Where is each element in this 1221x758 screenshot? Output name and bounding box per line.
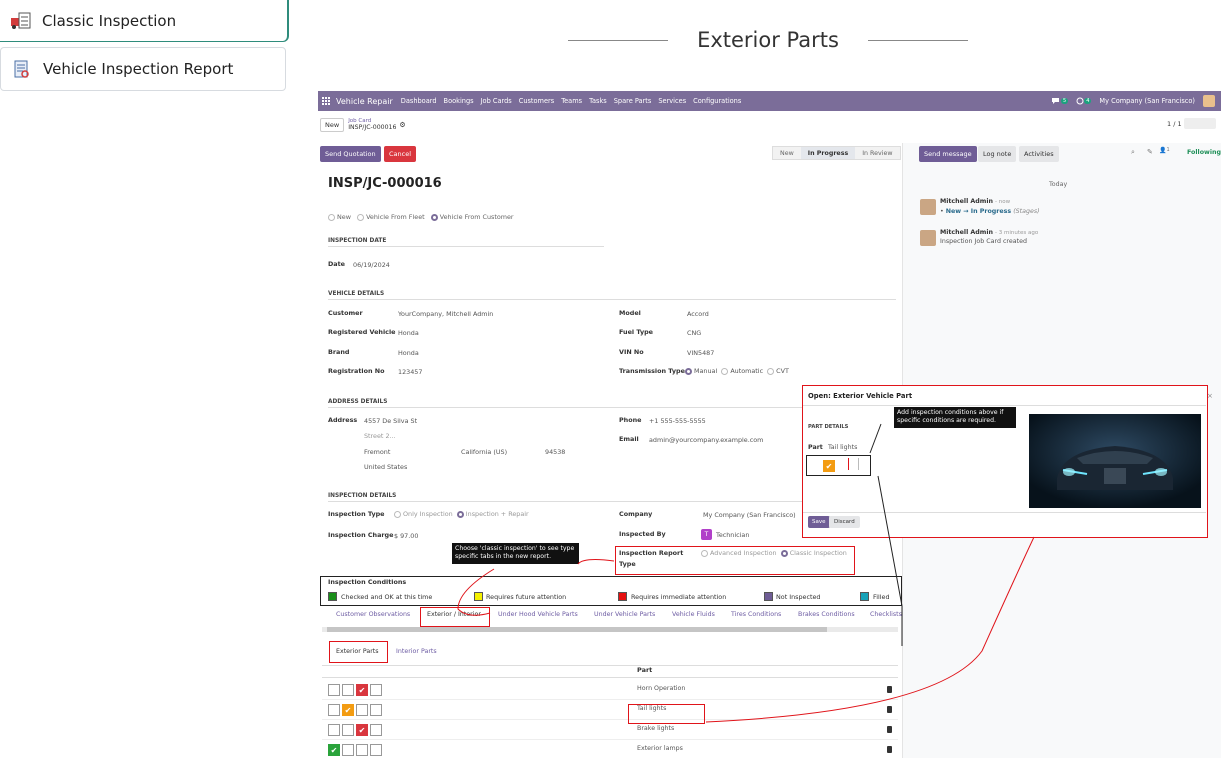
heading-divider [868,39,968,41]
doc-tab-label: Vehicle Inspection Report [43,60,234,78]
annotation-arrows [457,423,1035,723]
doc-tab-classic-inspection[interactable]: Classic Inspection [0,0,289,42]
section-title: Exterior Parts [697,28,839,52]
arrow-to-exterior-tab [457,568,495,616]
arrow-to-condition-selector [877,475,903,645]
arrow-from-tooltip [869,423,882,454]
doc-tab-label: Classic Inspection [42,11,177,30]
truck-checklist-icon [10,10,32,32]
arrow-to-dialog [705,536,1035,723]
heading-divider [568,39,668,41]
app-screenshot: Vehicle Repair Dashboard Bookings Job Ca… [318,91,1221,758]
section-heading: Exterior Parts [568,28,968,52]
page: Classic Inspection Vehicle Inspection Re… [0,0,1221,758]
doc-tab-vehicle-inspection-report[interactable]: Vehicle Inspection Report [0,47,286,91]
report-icon [11,58,33,80]
arrow-to-report-type [577,559,615,565]
